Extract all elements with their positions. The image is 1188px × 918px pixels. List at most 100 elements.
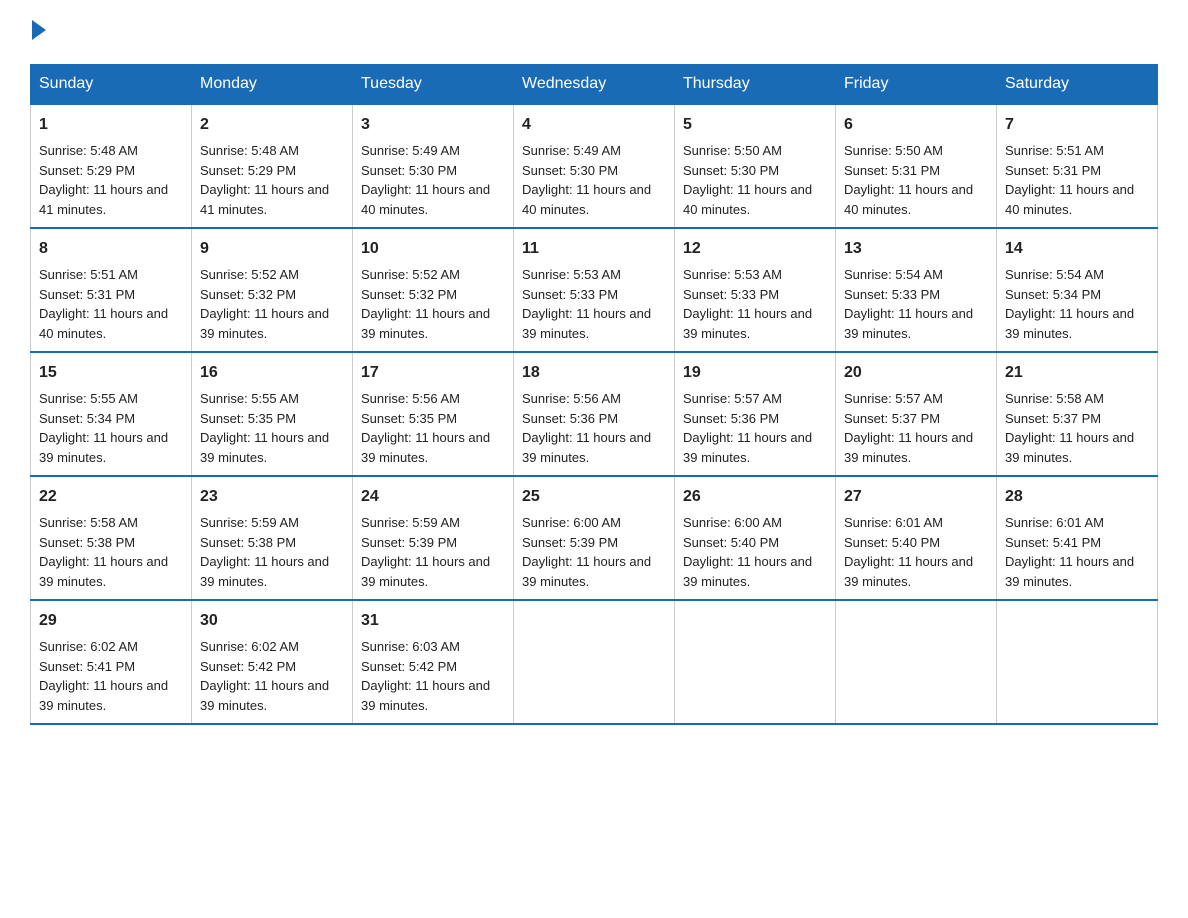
sunrise-label: Sunrise: 5:59 AM bbox=[361, 515, 460, 530]
daylight-label: Daylight: 11 hours and 40 minutes. bbox=[361, 182, 490, 217]
table-row bbox=[997, 600, 1158, 724]
table-row: 6Sunrise: 5:50 AMSunset: 5:31 PMDaylight… bbox=[836, 104, 997, 228]
table-row: 23Sunrise: 5:59 AMSunset: 5:38 PMDayligh… bbox=[192, 476, 353, 600]
day-number: 26 bbox=[683, 485, 827, 509]
day-number: 6 bbox=[844, 113, 988, 137]
table-row: 9Sunrise: 5:52 AMSunset: 5:32 PMDaylight… bbox=[192, 228, 353, 352]
sunset-label: Sunset: 5:42 PM bbox=[200, 659, 296, 674]
daylight-label: Daylight: 11 hours and 39 minutes. bbox=[1005, 430, 1134, 465]
table-row: 14Sunrise: 5:54 AMSunset: 5:34 PMDayligh… bbox=[997, 228, 1158, 352]
sunset-label: Sunset: 5:41 PM bbox=[1005, 535, 1101, 550]
sunrise-label: Sunrise: 5:48 AM bbox=[200, 143, 299, 158]
table-row: 13Sunrise: 5:54 AMSunset: 5:33 PMDayligh… bbox=[836, 228, 997, 352]
sunrise-label: Sunrise: 5:58 AM bbox=[39, 515, 138, 530]
daylight-label: Daylight: 11 hours and 39 minutes. bbox=[522, 306, 651, 341]
day-number: 13 bbox=[844, 237, 988, 261]
sunset-label: Sunset: 5:38 PM bbox=[39, 535, 135, 550]
table-row: 7Sunrise: 5:51 AMSunset: 5:31 PMDaylight… bbox=[997, 104, 1158, 228]
sunrise-label: Sunrise: 5:57 AM bbox=[844, 391, 943, 406]
sunrise-label: Sunrise: 5:49 AM bbox=[522, 143, 621, 158]
calendar-header-saturday: Saturday bbox=[997, 65, 1158, 105]
sunset-label: Sunset: 5:29 PM bbox=[39, 163, 135, 178]
daylight-label: Daylight: 11 hours and 40 minutes. bbox=[39, 306, 168, 341]
calendar-header-row: SundayMondayTuesdayWednesdayThursdayFrid… bbox=[31, 65, 1158, 105]
day-number: 8 bbox=[39, 237, 183, 261]
sunset-label: Sunset: 5:37 PM bbox=[844, 411, 940, 426]
table-row: 2Sunrise: 5:48 AMSunset: 5:29 PMDaylight… bbox=[192, 104, 353, 228]
sunrise-label: Sunrise: 5:52 AM bbox=[361, 267, 460, 282]
table-row: 21Sunrise: 5:58 AMSunset: 5:37 PMDayligh… bbox=[997, 352, 1158, 476]
daylight-label: Daylight: 11 hours and 40 minutes. bbox=[1005, 182, 1134, 217]
sunset-label: Sunset: 5:34 PM bbox=[1005, 287, 1101, 302]
daylight-label: Daylight: 11 hours and 40 minutes. bbox=[844, 182, 973, 217]
table-row: 1Sunrise: 5:48 AMSunset: 5:29 PMDaylight… bbox=[31, 104, 192, 228]
calendar-week-row: 22Sunrise: 5:58 AMSunset: 5:38 PMDayligh… bbox=[31, 476, 1158, 600]
table-row: 4Sunrise: 5:49 AMSunset: 5:30 PMDaylight… bbox=[514, 104, 675, 228]
sunrise-label: Sunrise: 5:50 AM bbox=[683, 143, 782, 158]
day-number: 10 bbox=[361, 237, 505, 261]
daylight-label: Daylight: 11 hours and 39 minutes. bbox=[683, 306, 812, 341]
calendar-week-row: 1 Sunrise: 5:48 AM Sunset: 5:29 PM Daylight… bbox=[31, 104, 1158, 228]
daylight-label: Daylight: 11 hours and 40 minutes. bbox=[522, 182, 651, 217]
sunset-label: Sunset: 5:30 PM bbox=[522, 163, 618, 178]
sunset-label: Sunset: 5:39 PM bbox=[361, 535, 457, 550]
table-row bbox=[514, 600, 675, 724]
daylight-label: Daylight: 11 hours and 39 minutes. bbox=[1005, 306, 1134, 341]
calendar-week-row: 8Sunrise: 5:51 AMSunset: 5:31 PMDaylight… bbox=[31, 228, 1158, 352]
sunrise-label: Sunrise: 5:56 AM bbox=[522, 391, 621, 406]
table-row: 10Sunrise: 5:52 AMSunset: 5:32 PMDayligh… bbox=[353, 228, 514, 352]
table-row: 29Sunrise: 6:02 AMSunset: 5:41 PMDayligh… bbox=[31, 600, 192, 724]
calendar-header-monday: Monday bbox=[192, 65, 353, 105]
calendar-header-sunday: Sunday bbox=[31, 65, 192, 105]
sunset-label: Sunset: 5:32 PM bbox=[200, 287, 296, 302]
sunrise-label: Sunrise: 5:53 AM bbox=[522, 267, 621, 282]
calendar-table: SundayMondayTuesdayWednesdayThursdayFrid… bbox=[30, 64, 1158, 725]
day-number: 15 bbox=[39, 361, 183, 385]
sunrise-label: Sunrise: 5:53 AM bbox=[683, 267, 782, 282]
day-number: 3 bbox=[361, 113, 505, 137]
sunset-label: Sunset: 5:40 PM bbox=[683, 535, 779, 550]
daylight-label: Daylight: 11 hours and 39 minutes. bbox=[200, 306, 329, 341]
sunset-label: Sunset: 5:29 PM bbox=[200, 163, 296, 178]
day-number: 28 bbox=[1005, 485, 1149, 509]
table-row: 27Sunrise: 6:01 AMSunset: 5:40 PMDayligh… bbox=[836, 476, 997, 600]
daylight-label: Daylight: 11 hours and 39 minutes. bbox=[522, 430, 651, 465]
daylight-label: Daylight: 11 hours and 39 minutes. bbox=[39, 430, 168, 465]
table-row bbox=[675, 600, 836, 724]
table-row: 22Sunrise: 5:58 AMSunset: 5:38 PMDayligh… bbox=[31, 476, 192, 600]
sunset-label: Sunset: 5:39 PM bbox=[522, 535, 618, 550]
sunset-label: Sunset: 5:35 PM bbox=[200, 411, 296, 426]
sunrise-label: Sunrise: 5:50 AM bbox=[844, 143, 943, 158]
day-number: 14 bbox=[1005, 237, 1149, 261]
daylight-label: Daylight: 11 hours and 39 minutes. bbox=[361, 678, 490, 713]
day-number: 1 bbox=[39, 113, 183, 137]
day-number: 17 bbox=[361, 361, 505, 385]
page-header bbox=[30, 20, 1158, 44]
logo bbox=[30, 20, 46, 44]
sunrise-label: Sunrise: 6:02 AM bbox=[200, 639, 299, 654]
daylight-label: Daylight: 11 hours and 39 minutes. bbox=[361, 554, 490, 589]
table-row: 15Sunrise: 5:55 AMSunset: 5:34 PMDayligh… bbox=[31, 352, 192, 476]
sunset-label: Sunset: 5:36 PM bbox=[683, 411, 779, 426]
logo-triangle-icon bbox=[32, 20, 46, 40]
sunset-label: Sunset: 5:38 PM bbox=[200, 535, 296, 550]
sunrise-label: Sunrise: 5:59 AM bbox=[200, 515, 299, 530]
table-row: 12Sunrise: 5:53 AMSunset: 5:33 PMDayligh… bbox=[675, 228, 836, 352]
sunrise-label: Sunrise: 5:55 AM bbox=[39, 391, 138, 406]
daylight-label: Daylight: 11 hours and 39 minutes. bbox=[39, 554, 168, 589]
day-number: 23 bbox=[200, 485, 344, 509]
table-row: 17Sunrise: 5:56 AMSunset: 5:35 PMDayligh… bbox=[353, 352, 514, 476]
daylight-label: Daylight: 11 hours and 41 minutes. bbox=[200, 182, 329, 217]
daylight-label: Daylight: 11 hours and 39 minutes. bbox=[39, 678, 168, 713]
sunset-label: Sunset: 5:37 PM bbox=[1005, 411, 1101, 426]
day-number: 18 bbox=[522, 361, 666, 385]
sunset-label: Sunset: 5:30 PM bbox=[361, 163, 457, 178]
day-number: 30 bbox=[200, 609, 344, 633]
day-number: 7 bbox=[1005, 113, 1149, 137]
table-row: 31Sunrise: 6:03 AMSunset: 5:42 PMDayligh… bbox=[353, 600, 514, 724]
daylight-label: Daylight: 11 hours and 39 minutes. bbox=[361, 306, 490, 341]
sunset-label: Sunset: 5:42 PM bbox=[361, 659, 457, 674]
calendar-header-friday: Friday bbox=[836, 65, 997, 105]
calendar-header-thursday: Thursday bbox=[675, 65, 836, 105]
sunrise-label: Sunrise: 5:48 AM bbox=[39, 143, 138, 158]
